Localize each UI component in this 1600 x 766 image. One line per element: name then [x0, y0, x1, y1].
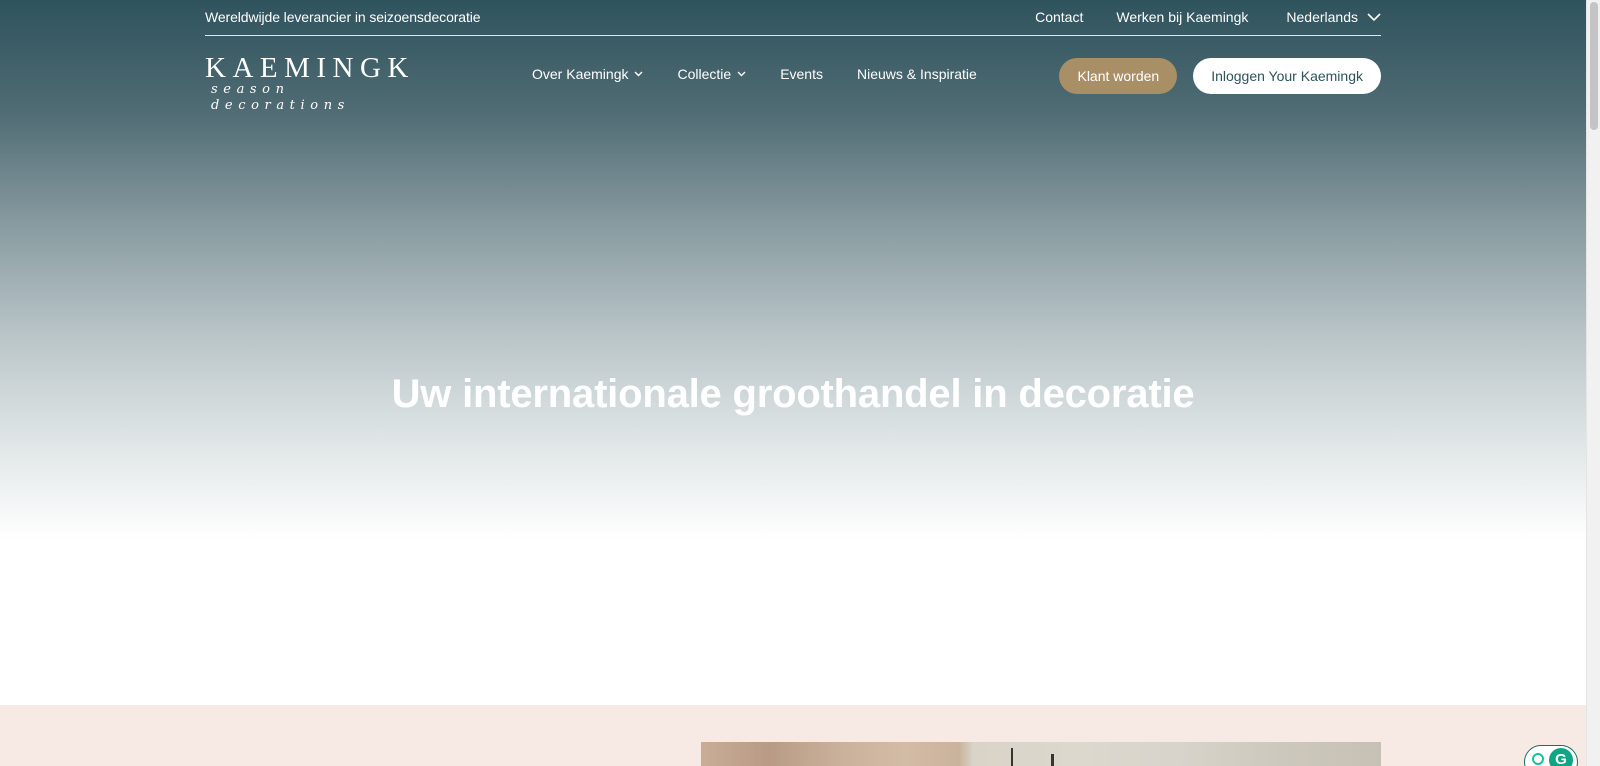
tagline: Wereldwijde leverancier in seizoensdecor… [205, 9, 481, 25]
logo-tagline: season decorations [211, 82, 350, 113]
vertical-scrollbar[interactable] [1586, 0, 1600, 766]
hero-title: Uw internationale groothandel in decorat… [391, 372, 1195, 416]
nav-item-nieuws-inspiratie[interactable]: Nieuws & Inspiratie [857, 66, 977, 82]
primary-nav: Over Kaemingk Collectie Events Nieuws & … [532, 66, 1011, 82]
grammarly-icon: G [1549, 748, 1573, 766]
contact-link[interactable]: Contact [1035, 9, 1083, 25]
nav-buttons: Klant worden Inloggen Your Kaemingk [1059, 58, 1381, 94]
login-button[interactable]: Inloggen Your Kaemingk [1193, 58, 1381, 94]
decor-branch [1011, 748, 1013, 766]
nav-item-label: Nieuws & Inspiratie [857, 66, 977, 82]
scrollbar-thumb[interactable] [1590, 2, 1598, 130]
hero-section: Wereldwijde leverancier in seizoensdecor… [0, 0, 1586, 705]
nav-item-label: Over Kaemingk [532, 66, 629, 82]
careers-link[interactable]: Werken bij Kaemingk [1116, 9, 1248, 25]
chevron-down-icon [1367, 12, 1381, 21]
chevron-down-icon [634, 71, 643, 77]
promo-section [0, 705, 1586, 766]
nav-item-events[interactable]: Events [780, 66, 823, 82]
logo-wordmark: KAEMINGK [205, 52, 415, 84]
nav-item-over-kaemingk[interactable]: Over Kaemingk [532, 66, 643, 82]
language-label: Nederlands [1286, 9, 1358, 25]
grammarly-widget[interactable]: G [1524, 745, 1578, 766]
nav-item-label: Collectie [677, 66, 732, 82]
top-links: Contact Werken bij Kaemingk Nederlands [1035, 9, 1381, 25]
page: Wereldwijde leverancier in seizoensdecor… [0, 0, 1586, 766]
promo-image [701, 742, 1381, 766]
language-selector[interactable]: Nederlands [1286, 9, 1381, 25]
chevron-down-icon [737, 71, 746, 77]
nav-item-collectie[interactable]: Collectie [677, 66, 746, 82]
kaemingk-logo[interactable]: KAEMINGK season decorations [205, 54, 415, 114]
nav-item-label: Events [780, 66, 823, 82]
decor-branch [1051, 754, 1054, 766]
klant-worden-button[interactable]: Klant worden [1059, 58, 1178, 94]
main-navbar: KAEMINGK season decorations Over Kaeming… [205, 36, 1381, 116]
top-bar: Wereldwijde leverancier in seizoensdecor… [205, 0, 1381, 36]
grammarly-plus-icon [1532, 753, 1544, 765]
